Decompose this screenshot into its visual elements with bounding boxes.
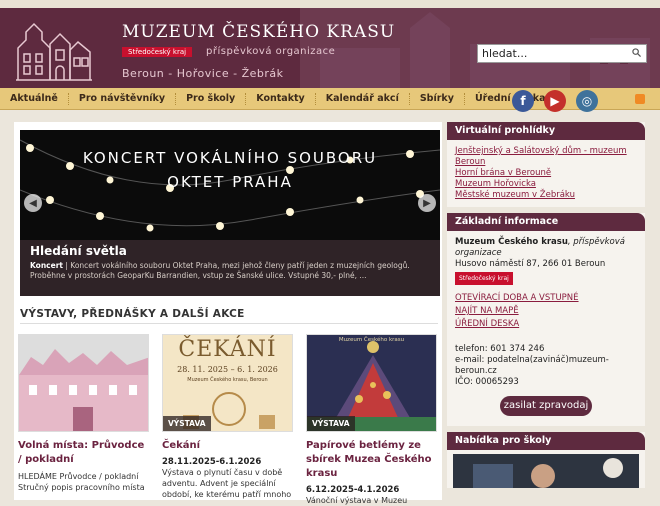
slide-caption-text: Koncert | Koncert vokálního souboru Okte…: [30, 261, 430, 281]
rss-icon[interactable]: [635, 94, 645, 104]
main-nav: Aktuálně Pro návštěvníky Pro školy Konta…: [0, 88, 660, 112]
events-divider: [20, 323, 438, 324]
site-places: Beroun - Hořovice - Žebrák: [122, 67, 284, 80]
poster-small-text: Muzeum Českého krasu, Beroun: [187, 377, 268, 383]
event-excerpt: Vánoční výstava v Muzeu: [306, 496, 408, 505]
search-icon[interactable]: [628, 47, 644, 60]
school-offer-box: Nabídka pro školy: [447, 432, 645, 488]
slide-title-line1: KONCERT VOKÁLNÍHO SOUBORU: [82, 149, 378, 167]
opening-hours-link[interactable]: OTEVÍRACÍ DOBA A VSTUPNÉ: [455, 293, 637, 304]
virtual-tours-box: Virtuální prohlídky Jenštejnský a Saláto…: [447, 122, 645, 207]
site-title[interactable]: MUZEUM ČESKÉHO KRASU: [122, 22, 395, 42]
ico-text: IČO: 00065293: [455, 377, 519, 387]
event-tag: VÝSTAVA: [163, 416, 211, 431]
virtual-tours-list: Jenštejnský a Salátovský dům - muzeum Be…: [447, 140, 645, 207]
search-box: [477, 44, 647, 63]
poster-big-text: ČEKÁNÍ: [178, 337, 277, 362]
phone-text: telefon: 601 374 246: [455, 344, 545, 354]
basic-info-heading: Základní informace: [447, 213, 645, 231]
slide-title-line2: OKTET PRAHA: [167, 173, 293, 191]
event-thumbnail[interactable]: [18, 334, 149, 432]
event-title[interactable]: Čekání: [162, 439, 293, 453]
event-tag: VÝSTAVA: [307, 416, 355, 431]
social-links: f ▶ ◎: [512, 90, 598, 112]
slide-title: KONCERT VOKÁLNÍHO SOUBORU OKTET PRAHA: [20, 146, 440, 194]
nav-item-pro-skoly[interactable]: Pro školy: [176, 93, 247, 105]
event-title[interactable]: Volná místa: Průvodce / pokladní: [18, 439, 149, 467]
event-excerpt: Výstava o plynutí času v době adventu. A…: [162, 468, 292, 499]
event-card[interactable]: Volná místa: Průvodce / pokladní HLEDÁME…: [18, 334, 149, 506]
region-badge: Středočeský kraj: [122, 47, 193, 57]
slide-caption: Hledání světla Koncert | Koncert vokální…: [20, 240, 440, 296]
event-cards: Volná místa: Průvodce / pokladní HLEDÁME…: [18, 334, 437, 506]
event-date: 28.11.2025-6.1.2026: [162, 457, 262, 467]
instagram-icon[interactable]: ◎: [576, 90, 598, 112]
nav-item-sbirky[interactable]: Sbírky: [410, 93, 465, 105]
info-links: OTEVÍRACÍ DOBA A VSTUPNÉ NAJÍT NA MAPĚ Ú…: [455, 293, 637, 330]
virtual-tour-link[interactable]: Jenštejnský a Salátovský dům - muzeum Be…: [455, 146, 637, 168]
nav-item-kontakty[interactable]: Kontakty: [246, 93, 316, 105]
poster-header-text: Muzeum Českého krasu: [338, 337, 405, 343]
org-line: Muzeum Českého krasu, příspěvková organi…: [455, 237, 637, 259]
hero-slider[interactable]: KONCERT VOKÁLNÍHO SOUBORU OKTET PRAHA ◀ …: [20, 130, 440, 296]
event-excerpt: HLEDÁME Průvodce / pokladní Stručný popi…: [18, 472, 145, 492]
event-thumbnail[interactable]: ČEKÁNÍ 28. 11. 2025 – 6. 1. 2026 Muzeum …: [162, 334, 293, 432]
region-badge-small: Středočeský kraj: [455, 272, 513, 285]
events-heading: VÝSTAVY, PŘEDNÁŠKY A DALŠÍ AKCE: [20, 308, 245, 320]
school-photo-image[interactable]: [453, 454, 639, 488]
museum-logo-icon[interactable]: [16, 18, 92, 82]
youtube-icon[interactable]: ▶: [544, 90, 566, 112]
newsletter-button[interactable]: zasilat zpravodaj: [500, 396, 592, 416]
nav-item-pro-navstevniky[interactable]: Pro návštěvníky: [69, 93, 177, 105]
event-card[interactable]: Muzeum Českého krasu VÝSTAVA Papírové be…: [306, 334, 437, 506]
map-link[interactable]: NAJÍT NA MAPĚ: [455, 306, 637, 317]
virtual-tours-heading: Virtuální prohlídky: [447, 122, 645, 140]
slide-caption-lead: Koncert: [30, 261, 63, 270]
facebook-icon[interactable]: f: [512, 90, 534, 112]
event-date: 6.12.2025-4.1.2026: [306, 485, 400, 495]
top-strip: [0, 0, 660, 8]
slide-caption-body: | Koncert vokálního souboru Oktet Praha,…: [30, 261, 410, 280]
org-name: Muzeum Českého krasu: [455, 237, 568, 247]
event-title[interactable]: Papírové betlémy ze sbírek Muzea Českého…: [306, 439, 437, 481]
org-address: Husovo náměstí 87, 266 01 Beroun: [455, 259, 606, 269]
poster-dates: 28. 11. 2025 – 6. 1. 2026: [177, 365, 278, 374]
official-board-link[interactable]: ÚŘEDNÍ DESKA: [455, 319, 637, 330]
basic-info-box: Základní informace Muzeum Českého krasu,…: [447, 213, 645, 426]
slider-next-icon[interactable]: ▶: [418, 194, 436, 212]
event-card[interactable]: ČEKÁNÍ 28. 11. 2025 – 6. 1. 2026 Muzeum …: [162, 334, 293, 506]
virtual-tour-link[interactable]: Městské muzeum v Žebráku: [455, 190, 637, 201]
slide-caption-title[interactable]: Hledání světla: [30, 244, 430, 258]
email-text: e-mail: podatelna(zavináč)muzeum-beroun.…: [455, 355, 609, 376]
nav-item-aktualne[interactable]: Aktuálně: [0, 93, 69, 105]
main-content: KONCERT VOKÁLNÍHO SOUBORU OKTET PRAHA ◀ …: [14, 122, 442, 505]
virtual-tour-link[interactable]: Muzeum Hořovicka: [455, 179, 637, 190]
event-thumbnail[interactable]: Muzeum Českého krasu VÝSTAVA: [306, 334, 437, 432]
basic-info-body: Muzeum Českého krasu, příspěvková organi…: [447, 231, 645, 426]
building-photo-image: [19, 335, 148, 431]
virtual-tour-link[interactable]: Horní brána v Berouně: [455, 168, 637, 179]
sidebar: Virtuální prohlídky Jenštejnský a Saláto…: [447, 122, 645, 494]
school-offer-heading: Nabídka pro školy: [447, 432, 645, 450]
site-subtitle: příspěvková organizace: [206, 46, 336, 57]
search-input[interactable]: [478, 47, 628, 60]
site-header: MUZEUM ČESKÉHO KRASU Středočeský kraj př…: [0, 8, 660, 88]
slider-prev-icon[interactable]: ◀: [24, 194, 42, 212]
nav-item-kalendar-akci[interactable]: Kalendář akcí: [316, 93, 410, 105]
